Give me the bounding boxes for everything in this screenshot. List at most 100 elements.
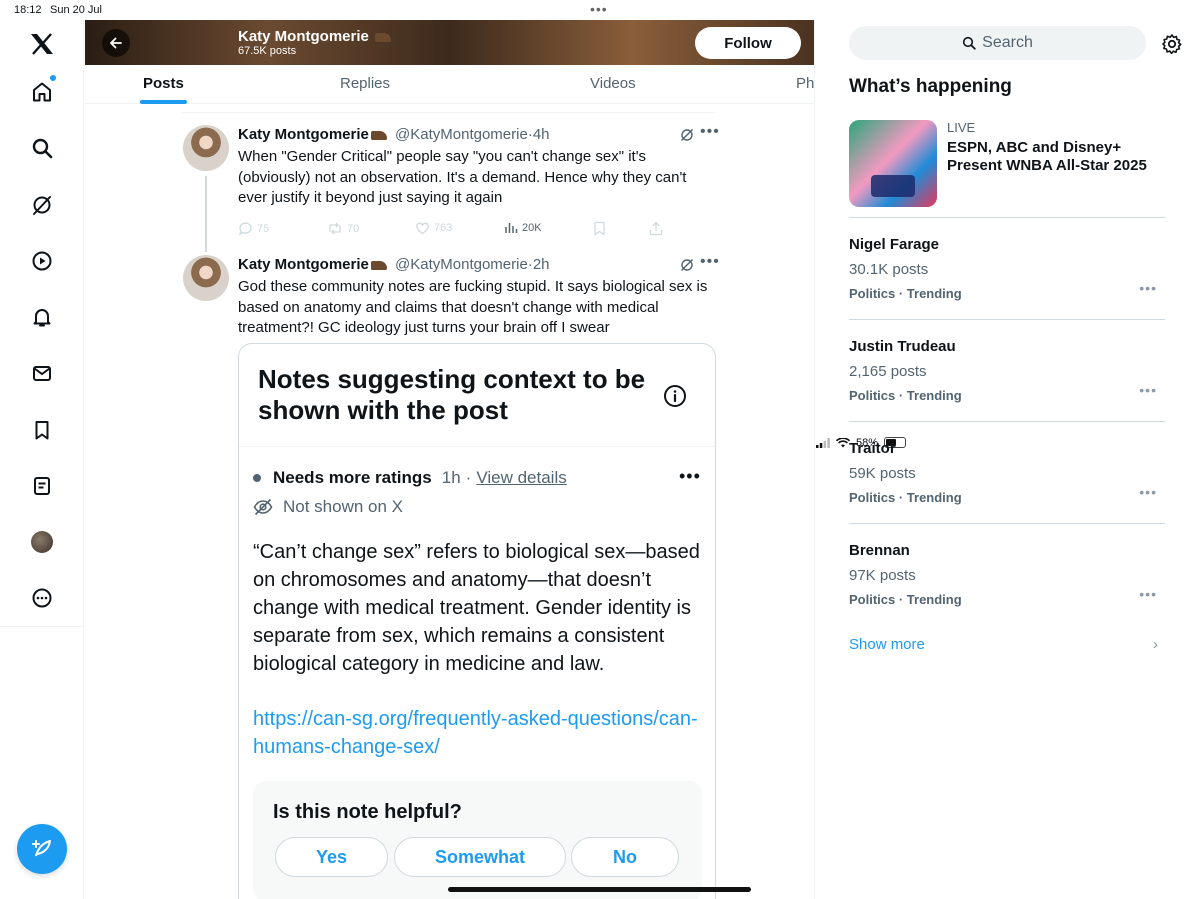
compose-feather-icon [32,840,51,857]
boot-emoji-icon [370,260,387,270]
ios-status-bar: 18:12 Sun 20 Jul ••• 58% [0,0,1199,449]
trend-item[interactable]: Justin Trudeau 2,165 posts Politics · Tr… [849,338,1165,418]
reply-icon [239,222,252,236]
tab-photos[interactable]: Ph [796,75,814,92]
view-details-link[interactable]: View details [476,468,566,488]
trend-name: Traitor [849,440,896,457]
repost-button[interactable]: 70 [327,221,359,236]
note-divider [239,446,715,447]
home-indicator[interactable] [448,887,751,892]
bookmark-icon [594,221,605,236]
list-icon[interactable] [22,466,62,506]
tweet-time[interactable]: 2h [533,256,550,273]
video-icon[interactable] [22,241,62,281]
author-name[interactable]: Katy Montgomerie [238,256,369,273]
trend-divider [849,217,1165,218]
boot-emoji-icon [375,32,392,42]
mail-icon[interactable] [22,353,62,393]
note-title: Notes suggesting context to be shown wit… [258,364,646,425]
author-handle[interactable]: @KatyMontgomerie [395,256,528,273]
views-icon [505,223,518,233]
note-rating-panel: Is this note helpful? Yes Somewhat No [253,781,702,899]
trend-category: Politics · Trending [849,388,962,403]
tab-videos[interactable]: Videos [590,75,636,92]
profile-post-count: 67.5K posts [238,45,297,57]
bookmark-icon[interactable] [22,410,62,450]
eye-off-icon [253,498,273,516]
profile-avatar[interactable] [22,522,62,562]
trend-post-count: 59K posts [849,465,916,482]
home-icon[interactable] [22,72,62,112]
info-icon[interactable] [663,384,687,408]
search-icon[interactable] [22,128,62,168]
right-sidebar: Search What’s happening LIVE ESPN, ABC a… [816,20,1199,899]
note-source-link[interactable]: https://can-sg.org/frequently-asked-ques… [253,705,703,761]
note-more-options-icon[interactable]: ••• [679,466,701,487]
trend-more-icon[interactable]: ••• [1139,484,1157,500]
profile-header-banner: Katy Montgomerie 67.5K posts Follow [85,20,814,65]
whats-happening-title: What’s happening [849,76,1012,97]
live-event-title[interactable]: ESPN, ABC and Disney+ Present WNBA All-S… [947,139,1167,175]
gear-icon[interactable] [1161,33,1183,55]
status-date: Sun 20 Jul [50,4,102,16]
multitask-dots-icon[interactable]: ••• [590,1,608,17]
profile-name-text: Katy Montgomerie [238,28,369,45]
boot-emoji-icon [370,130,387,140]
trend-item[interactable]: Brennan 97K posts Politics · Trending ••… [849,542,1165,622]
note-time: 1h [441,468,461,487]
more-circle-icon[interactable] [22,578,62,618]
live-label: LIVE [947,120,976,135]
active-tab-indicator [140,100,187,104]
note-separator: · [465,468,472,487]
author-name[interactable]: Katy Montgomerie [238,126,369,143]
rate-somewhat-button[interactable]: Somewhat [394,837,566,877]
tweet-text: When "Gender Critical" people say "you c… [238,148,687,206]
grok-icon[interactable] [22,185,62,225]
home-notification-dot [50,75,56,81]
trend-more-icon[interactable]: ••• [1139,382,1157,398]
profile-timeline: Katy Montgomerie 67.5K posts Follow Post… [85,20,815,899]
note-status-label: Needs more ratings [273,468,432,487]
show-more-link[interactable]: Show more [849,636,925,653]
more-options-icon[interactable]: ••• [700,253,720,271]
bell-icon[interactable] [22,297,62,337]
tab-posts[interactable]: Posts [143,75,184,92]
more-options-icon[interactable]: ••• [700,123,720,141]
tab-replies[interactable]: Replies [340,75,390,92]
trend-name: Brennan [849,542,910,559]
trend-post-count: 97K posts [849,567,916,584]
back-button[interactable] [102,29,130,57]
trend-item[interactable]: Nigel Farage 30.1K posts Politics · Tren… [849,236,1165,316]
trend-name: Justin Trudeau [849,338,956,355]
rate-yes-button[interactable]: Yes [275,837,388,877]
trend-more-icon[interactable]: ••• [1139,280,1157,296]
grok-icon[interactable] [680,258,694,272]
trend-more-icon[interactable]: ••• [1139,586,1157,602]
trend-name: Nigel Farage [849,236,940,253]
reply-button[interactable]: 75 [238,221,269,236]
trend-item[interactable]: Traitor 59K posts Politics · Trending ••… [849,440,1165,520]
rate-no-button[interactable]: No [571,837,679,877]
repost-count: 70 [347,222,360,235]
like-count: 763 [434,222,453,234]
trend-category: Politics · Trending [849,286,962,301]
x-logo-icon[interactable] [22,24,62,64]
repost-icon [329,222,341,235]
tweet-time[interactable]: 4h [533,126,550,143]
author-handle[interactable]: @KatyMontgomerie [395,126,528,143]
author-avatar[interactable] [183,255,229,301]
heart-icon [416,222,429,235]
like-button[interactable]: 763 [415,221,452,235]
bookmark-button[interactable] [593,221,606,236]
share-button[interactable] [649,221,663,236]
view-count: 20K [522,221,542,234]
follow-button[interactable]: Follow [695,27,801,59]
views-button[interactable]: 20K [504,221,542,234]
search-input[interactable]: Search [849,26,1146,60]
author-avatar[interactable] [183,125,229,171]
grok-icon[interactable] [680,128,694,142]
helpful-question: Is this note helpful? [273,801,462,823]
compose-button[interactable] [17,824,67,874]
live-event-thumbnail[interactable] [849,120,937,207]
search-placeholder: Search [982,34,1033,51]
